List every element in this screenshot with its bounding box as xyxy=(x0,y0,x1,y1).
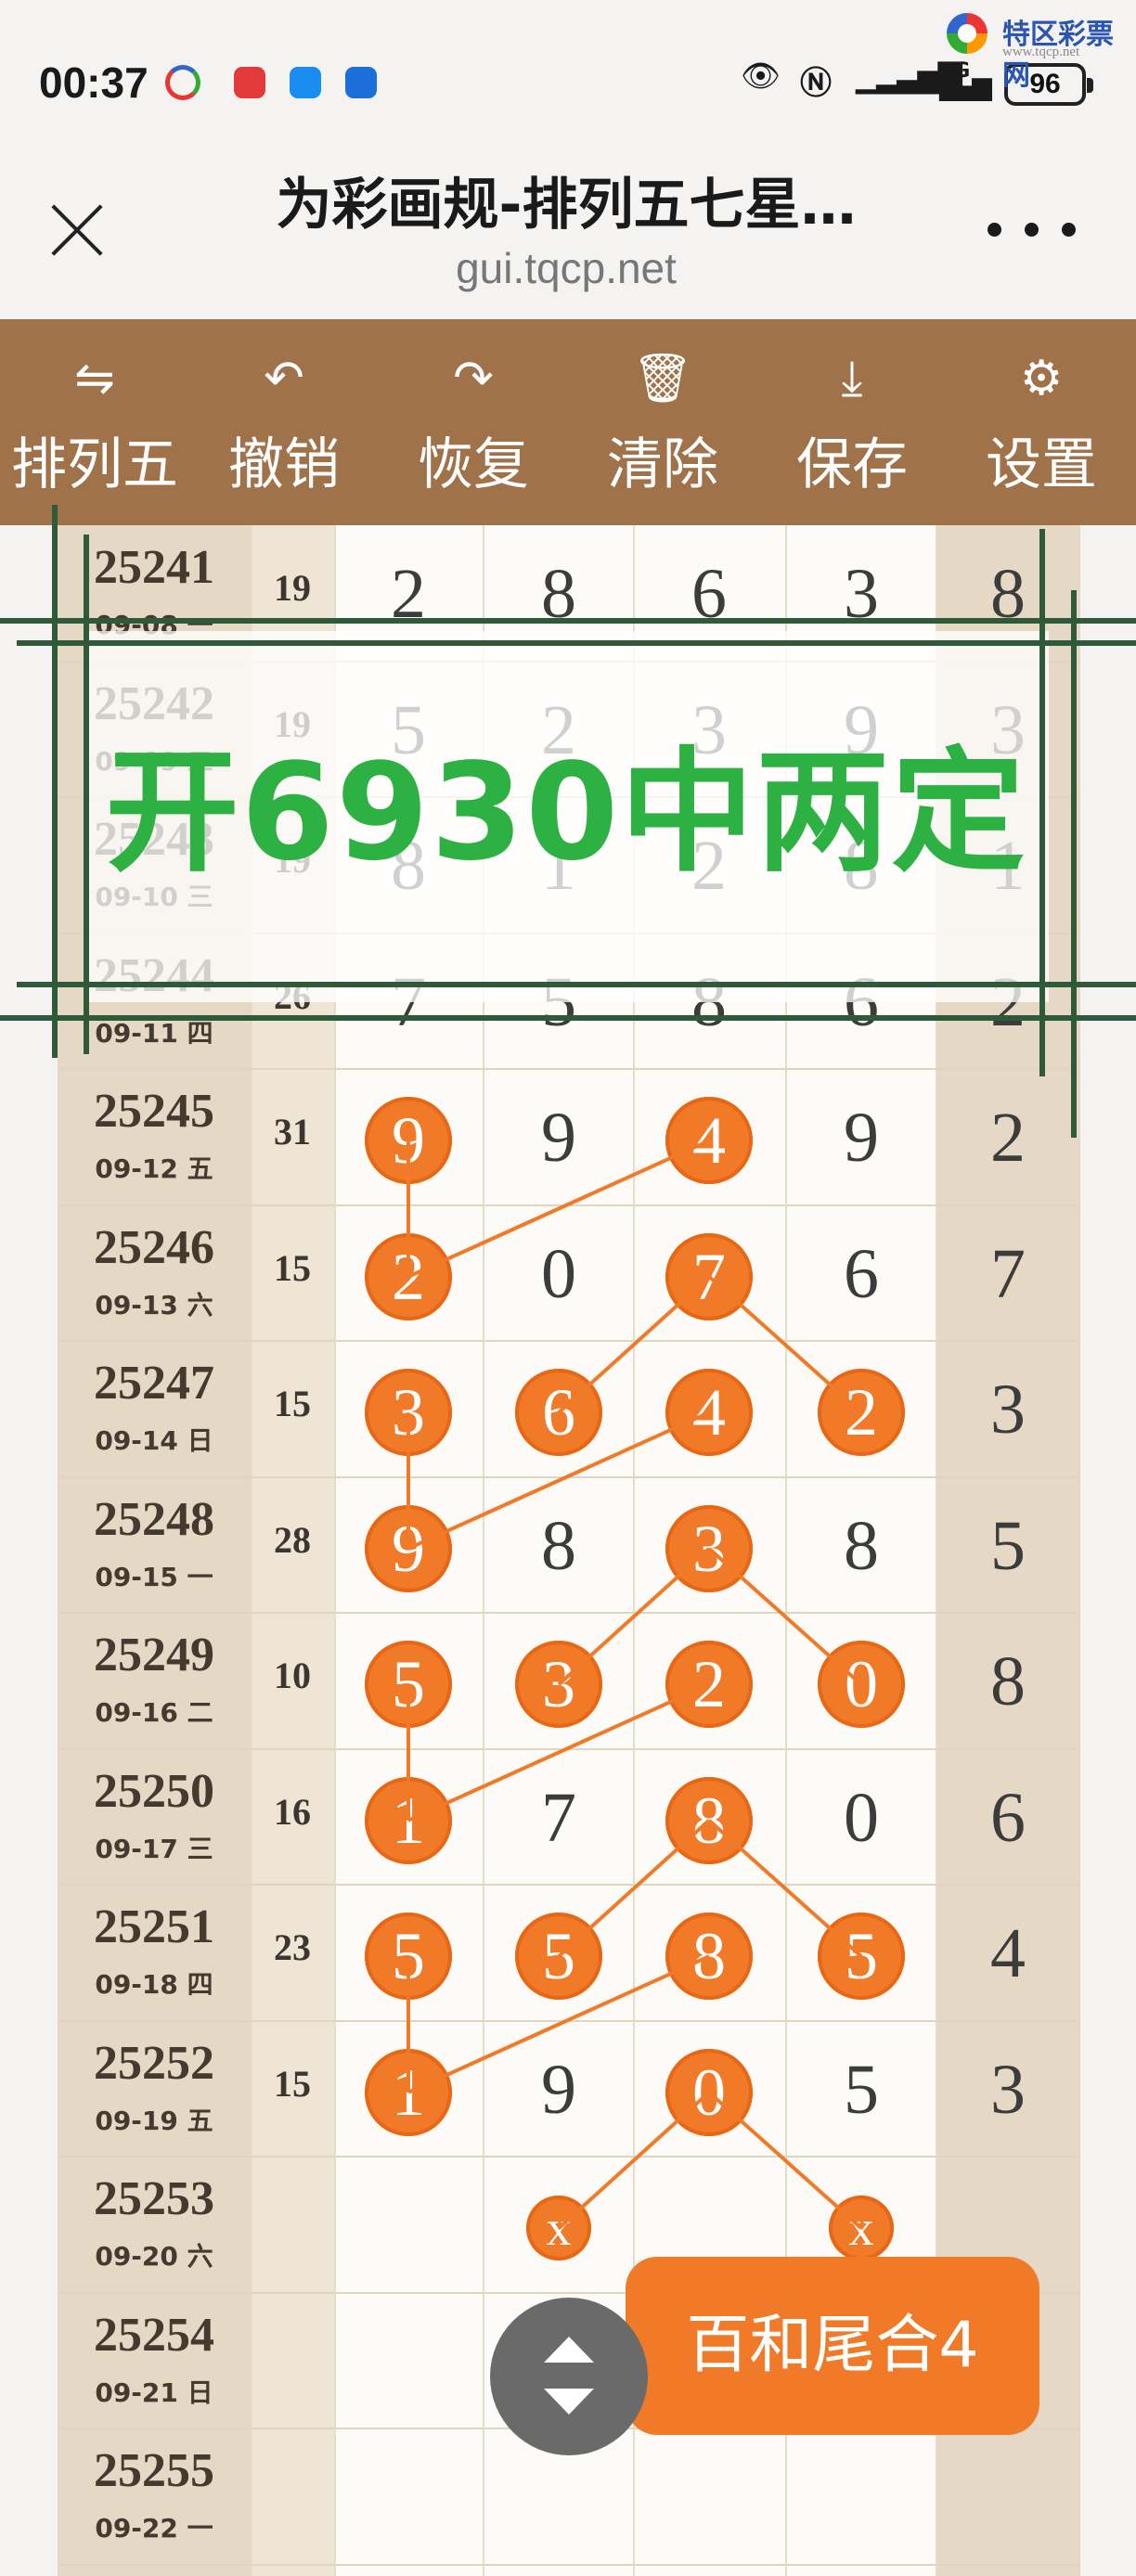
frame-line xyxy=(84,535,89,1054)
undo-icon: ↶ xyxy=(264,351,304,406)
toolbar-item-3[interactable]: ↷ 恢复 xyxy=(379,319,568,525)
frame-line xyxy=(17,982,1136,987)
eye-icon: 👁 xyxy=(741,58,781,95)
toolbar-label: 恢复 xyxy=(418,432,529,497)
toolbar-item-5[interactable]: ⤓ 保存 xyxy=(757,319,947,525)
swap-icon: ⇋ xyxy=(74,351,115,406)
status-bar: 00:37 👁 Ⓝ ▁▂▃▅▇ 4G ▂▄▆ 96 特区彩票网 www.tqcp… xyxy=(0,0,1136,167)
redo-icon: ↷ xyxy=(453,351,494,406)
connection-line xyxy=(407,1139,710,1279)
page-title: 为彩画规-排列五七星… xyxy=(276,173,857,238)
trash-icon: 🗑 xyxy=(632,351,694,406)
connection-line xyxy=(707,1547,863,1686)
download-icon: ⤓ xyxy=(841,351,863,406)
toolbar-item-4[interactable]: 🗑 清除 xyxy=(568,319,757,525)
watermark-logo-icon xyxy=(947,13,988,54)
frame-line xyxy=(0,1015,1136,1021)
frame-line xyxy=(17,640,1136,646)
frame-line xyxy=(1071,590,1077,1138)
watermark: 特区彩票网 www.tqcp.net xyxy=(947,6,1132,92)
frame-line xyxy=(1039,529,1045,1076)
tail-sum-button[interactable]: 百和尾合4 xyxy=(626,2257,1039,2435)
toolbar-label: 保存 xyxy=(796,432,908,497)
connection-line xyxy=(407,1410,710,1551)
page-url: gui.tqcp.net xyxy=(456,244,677,292)
app-s-icon xyxy=(165,65,200,100)
toolbar-label: 设置 xyxy=(986,432,1097,497)
wifi-icon: ▂▄▆ xyxy=(939,71,992,101)
gear-icon: ⚙ xyxy=(1019,351,1064,406)
connection-line xyxy=(557,1547,711,1686)
connection-line xyxy=(557,1819,711,1958)
blue-app2-icon xyxy=(345,67,377,98)
nfc-icon: Ⓝ xyxy=(800,65,832,102)
red-app-icon xyxy=(234,67,265,98)
toolbar: ⇋ 排列五 ↶ 撤销 ↷ 恢复 🗑 清除 ⤓ 保存 ⚙ 设置 xyxy=(0,319,1136,525)
toolbar-item-1[interactable]: ⇋ 排列五 xyxy=(0,319,189,525)
connection-line xyxy=(407,1682,710,1823)
more-icon[interactable] xyxy=(988,223,1080,238)
toolbar-item-6[interactable]: ⚙ 设置 xyxy=(947,319,1136,525)
connection-line xyxy=(707,1819,863,1958)
toolbar-label: 排列五 xyxy=(11,432,178,497)
connection-line xyxy=(557,1275,711,1414)
toolbar-label: 撤销 xyxy=(228,432,340,497)
scroll-updown-icon[interactable] xyxy=(490,2298,648,2455)
arrow-up-icon xyxy=(544,2337,594,2363)
connection-line xyxy=(707,2091,863,2230)
toolbar-item-2[interactable]: ↶ 撤销 xyxy=(189,319,379,525)
watermark-url: www.tqcp.net xyxy=(1002,45,1080,59)
frame-line xyxy=(0,618,1136,624)
close-icon[interactable] xyxy=(46,200,108,261)
connection-line xyxy=(407,1954,710,2094)
frame-line xyxy=(52,505,58,1058)
arrow-down-icon xyxy=(544,2389,594,2415)
blue-app-icon xyxy=(290,67,321,98)
connection-line xyxy=(707,1275,863,1414)
status-time: 00:37 xyxy=(39,58,148,107)
banner-text: 开6930中两定 xyxy=(105,734,1027,890)
connection-line xyxy=(557,2091,711,2230)
toolbar-label: 清除 xyxy=(607,432,718,497)
